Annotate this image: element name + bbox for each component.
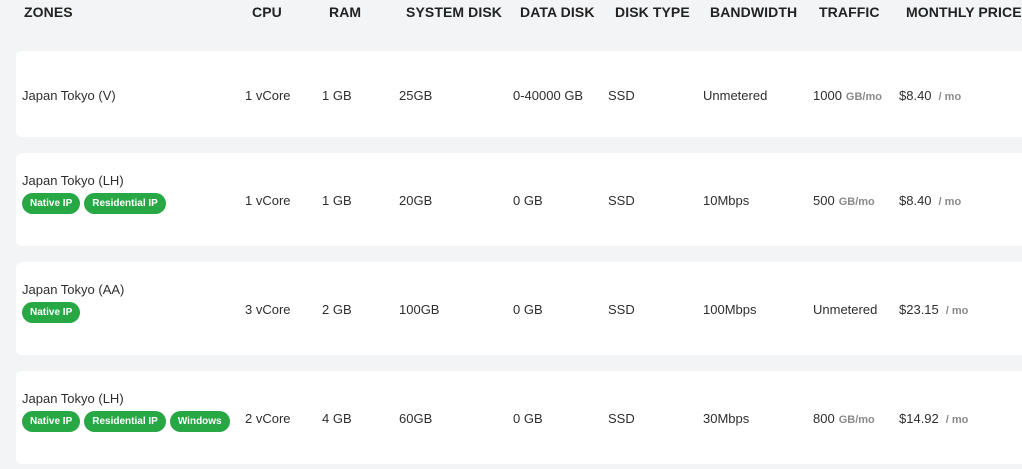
system-disk-value: 100GB bbox=[399, 302, 440, 317]
price-cell: $23.15 / mo bbox=[899, 302, 968, 317]
zone-name: Japan Tokyo (LH) bbox=[22, 173, 124, 188]
badge-list: Native IP Residential IP Windows bbox=[22, 411, 230, 432]
header-system-disk: SYSTEM DISK bbox=[406, 4, 503, 20]
header-data-disk: DATA DISK bbox=[520, 4, 595, 20]
data-disk-value: 0 GB bbox=[513, 193, 543, 208]
traffic-unit: GB/mo bbox=[838, 196, 875, 208]
badge-native-ip: Native IP bbox=[22, 302, 81, 323]
data-disk-value: 0-40000 GB bbox=[513, 88, 584, 103]
price-period: / mo bbox=[938, 91, 962, 103]
price-value: $23.15 bbox=[899, 302, 939, 317]
zone-cell: Japan Tokyo (AA) Native IP bbox=[22, 282, 124, 323]
traffic-value: 1000 bbox=[813, 88, 842, 103]
cpu-value: 3 vCore bbox=[245, 302, 291, 317]
badge-list: Native IP bbox=[22, 302, 124, 323]
header-traffic: TRAFFIC bbox=[819, 4, 880, 20]
zone-name: Japan Tokyo (V) bbox=[22, 88, 116, 103]
bandwidth-value: 100Mbps bbox=[703, 302, 757, 317]
price-cell: $8.40 / mo bbox=[899, 193, 961, 208]
plan-row[interactable]: Japan Tokyo (LH) Native IP Residential I… bbox=[16, 371, 1022, 464]
traffic-cell: 1000 GB/mo bbox=[813, 88, 882, 103]
traffic-cell: Unmetered bbox=[813, 302, 877, 317]
table-header: ZONES CPU RAM SYSTEM DISK DATA DISK DISK… bbox=[0, 0, 1022, 28]
traffic-cell: 800 GB/mo bbox=[813, 411, 875, 426]
disk-type-value: SSD bbox=[608, 193, 635, 208]
cpu-value: 1 vCore bbox=[245, 88, 291, 103]
system-disk-value: 25GB bbox=[399, 88, 433, 103]
badge-residential-ip: Residential IP bbox=[84, 193, 166, 214]
header-zones: ZONES bbox=[24, 4, 73, 20]
bandwidth-value: 10Mbps bbox=[703, 193, 750, 208]
system-disk-value: 20GB bbox=[399, 193, 433, 208]
zone-cell: Japan Tokyo (LH) Native IP Residential I… bbox=[22, 173, 166, 214]
ram-value: 2 GB bbox=[322, 302, 352, 317]
price-period: / mo bbox=[945, 414, 969, 426]
cpu-value: 2 vCore bbox=[245, 411, 291, 426]
price-value: $14.92 bbox=[899, 411, 939, 426]
traffic-unit: GB/mo bbox=[838, 414, 875, 426]
data-disk-value: 0 GB bbox=[513, 302, 543, 317]
traffic-cell: 500 GB/mo bbox=[813, 193, 875, 208]
price-cell: $14.92 / mo bbox=[899, 411, 968, 426]
header-cpu: CPU bbox=[252, 4, 282, 20]
traffic-value: 800 bbox=[813, 411, 835, 426]
price-period: / mo bbox=[945, 305, 969, 317]
bandwidth-value: Unmetered bbox=[703, 88, 768, 103]
price-cell: $8.40 / mo bbox=[899, 88, 961, 103]
traffic-value: Unmetered bbox=[813, 302, 878, 317]
ram-value: 1 GB bbox=[322, 193, 352, 208]
header-bandwidth: BANDWIDTH bbox=[710, 4, 798, 20]
zone-name: Japan Tokyo (AA) bbox=[22, 282, 125, 297]
system-disk-value: 60GB bbox=[399, 411, 433, 426]
data-disk-value: 0 GB bbox=[513, 411, 543, 426]
disk-type-value: SSD bbox=[608, 411, 635, 426]
ram-value: 1 GB bbox=[322, 88, 352, 103]
header-ram: RAM bbox=[329, 4, 362, 20]
traffic-value: 500 bbox=[813, 193, 835, 208]
disk-type-value: SSD bbox=[608, 302, 635, 317]
price-period: / mo bbox=[938, 196, 962, 208]
bandwidth-value: 30Mbps bbox=[703, 411, 750, 426]
price-value: $8.40 bbox=[899, 88, 932, 103]
badge-list: Native IP Residential IP bbox=[22, 193, 166, 214]
price-value: $8.40 bbox=[899, 193, 932, 208]
plan-row[interactable]: Japan Tokyo (V) 1 vCore 1 GB 25GB 0-4000… bbox=[16, 51, 1022, 137]
plan-row[interactable]: Japan Tokyo (AA) Native IP 3 vCore 2 GB … bbox=[16, 262, 1022, 355]
header-disk-type: DISK TYPE bbox=[615, 4, 690, 20]
badge-residential-ip: Residential IP bbox=[84, 411, 166, 432]
badge-native-ip: Native IP bbox=[22, 193, 81, 214]
ram-value: 4 GB bbox=[322, 411, 352, 426]
header-monthly-price: MONTHLY PRICE bbox=[906, 4, 1022, 20]
zone-cell: Japan Tokyo (LH) Native IP Residential I… bbox=[22, 391, 230, 432]
disk-type-value: SSD bbox=[608, 88, 635, 103]
zone-cell: Japan Tokyo (V) bbox=[22, 88, 116, 103]
cpu-value: 1 vCore bbox=[245, 193, 291, 208]
zone-name: Japan Tokyo (LH) bbox=[22, 391, 124, 406]
plan-row[interactable]: Japan Tokyo (LH) Native IP Residential I… bbox=[16, 153, 1022, 246]
badge-native-ip: Native IP bbox=[22, 411, 81, 432]
traffic-unit: GB/mo bbox=[845, 91, 882, 103]
badge-windows: Windows bbox=[169, 411, 230, 432]
